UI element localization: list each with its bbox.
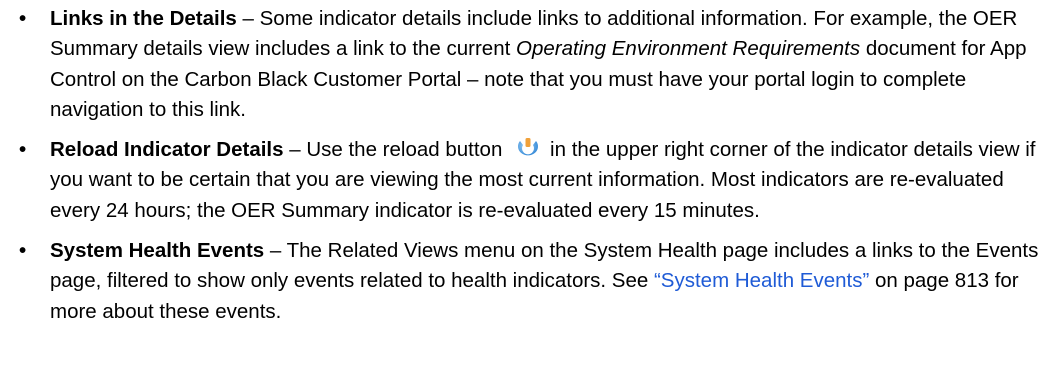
document-title: Operating Environment Requirements [516,37,861,61]
item-text: – Use the reload button [283,138,509,162]
list-item-reload-indicator-details: • Reload Indicator Details – Use the relo… [0,135,1055,226]
bullet: • [19,138,27,162]
list-item-system-health-events: • System Health Events – The Related View… [0,236,1055,327]
item-term: Links in the Details [50,7,237,30]
document-body: • Links in the Details – Some indicator d… [0,4,1055,337]
item-term: System Health Events [50,239,265,263]
reload-icon [514,138,542,160]
item-term: Reload Indicator Details [50,138,284,162]
bullet: • [19,239,27,263]
system-health-events-link[interactable]: “System Health Events” [654,269,869,292]
list-item-links-in-details: • Links in the Details – Some indicator d… [0,4,1055,125]
bullet: • [19,7,27,30]
